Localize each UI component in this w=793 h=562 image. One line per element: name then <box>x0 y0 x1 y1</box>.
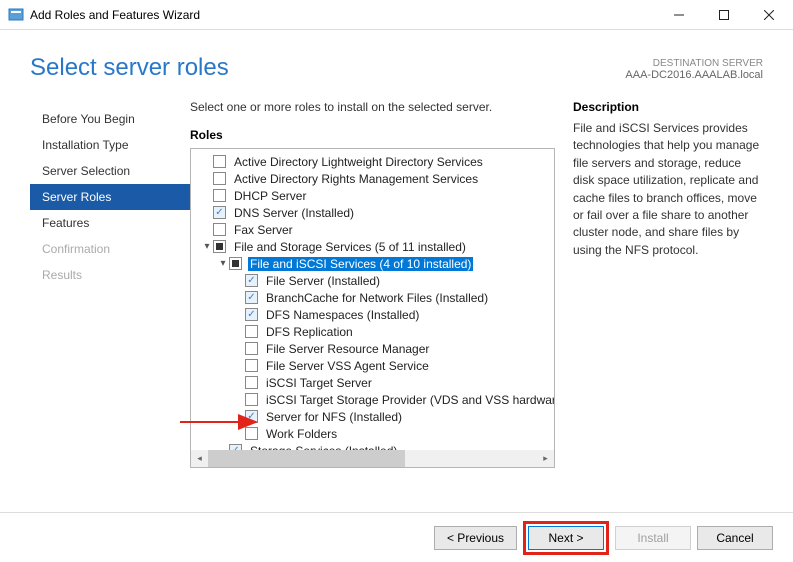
close-button[interactable] <box>746 1 791 29</box>
role-label[interactable]: DHCP Server <box>232 189 308 203</box>
role-checkbox[interactable] <box>229 257 242 270</box>
tree-row[interactable]: ▾ File and iSCSI Services (4 of 10 instal… <box>191 255 554 272</box>
destination-server: AAA-DC2016.AAALAB.local <box>625 69 763 81</box>
maximize-button[interactable] <box>701 1 746 29</box>
role-label[interactable]: DFS Namespaces (Installed) <box>264 308 421 322</box>
role-checkbox[interactable] <box>245 393 258 406</box>
tree-row[interactable]: iSCSI Target Storage Provider (VDS and V… <box>191 391 554 408</box>
role-label[interactable]: Server for NFS (Installed) <box>264 410 404 424</box>
tree-row[interactable]: Work Folders <box>191 425 554 442</box>
role-checkbox[interactable] <box>213 223 226 236</box>
role-label[interactable]: File and Storage Services (5 of 11 insta… <box>232 240 468 254</box>
roles-tree: Active Directory Lightweight Directory S… <box>190 148 555 468</box>
install-button[interactable]: Install <box>615 526 691 550</box>
role-checkbox[interactable] <box>245 410 258 423</box>
tree-row[interactable]: BranchCache for Network Files (Installed… <box>191 289 554 306</box>
tree-row[interactable]: DNS Server (Installed) <box>191 204 554 221</box>
role-checkbox[interactable] <box>245 291 258 304</box>
role-checkbox[interactable] <box>213 206 226 219</box>
description-label: Description <box>573 100 763 114</box>
nav-item-installation-type[interactable]: Installation Type <box>30 132 190 158</box>
tree-row[interactable]: Fax Server <box>191 221 554 238</box>
nav-item-before-you-begin[interactable]: Before You Begin <box>30 106 190 132</box>
role-label[interactable]: Fax Server <box>232 223 295 237</box>
page-title: Select server roles <box>30 54 625 82</box>
destination-label: DESTINATION SERVER <box>625 58 763 69</box>
nav-item-server-selection[interactable]: Server Selection <box>30 158 190 184</box>
role-label[interactable]: File Server (Installed) <box>264 274 382 288</box>
role-checkbox[interactable] <box>245 325 258 338</box>
scrollbar-thumb[interactable] <box>208 450 405 467</box>
nav-item-results: Results <box>30 262 190 288</box>
role-checkbox[interactable] <box>245 274 258 287</box>
tree-row[interactable]: Active Directory Lightweight Directory S… <box>191 153 554 170</box>
role-label[interactable]: DNS Server (Installed) <box>232 206 356 220</box>
wizard-footer: < Previous Next > Install Cancel <box>0 512 793 562</box>
roles-label: Roles <box>190 128 555 142</box>
titlebar: Add Roles and Features Wizard <box>0 0 793 30</box>
role-checkbox[interactable] <box>245 359 258 372</box>
destination-info: DESTINATION SERVER AAA-DC2016.AAALAB.loc… <box>625 58 763 82</box>
tree-row[interactable]: ▾ File and Storage Services (5 of 11 inst… <box>191 238 554 255</box>
next-button-highlight: Next > <box>523 521 609 555</box>
tree-row[interactable]: DFS Namespaces (Installed) <box>191 306 554 323</box>
role-label[interactable]: Active Directory Lightweight Directory S… <box>232 155 485 169</box>
role-label[interactable]: DFS Replication <box>264 325 355 339</box>
role-checkbox[interactable] <box>245 376 258 389</box>
wizard-header: Select server roles DESTINATION SERVER A… <box>0 30 793 100</box>
instruction-text: Select one or more roles to install on t… <box>190 100 555 114</box>
expand-collapse-icon[interactable]: ▾ <box>217 258 229 269</box>
role-label[interactable]: iSCSI Target Storage Provider (VDS and V… <box>264 393 554 407</box>
role-checkbox[interactable] <box>213 172 226 185</box>
expand-collapse-icon[interactable]: ▾ <box>201 241 213 252</box>
role-label[interactable]: Work Folders <box>264 427 339 441</box>
tree-row[interactable]: iSCSI Target Server <box>191 374 554 391</box>
role-label[interactable]: Active Directory Rights Management Servi… <box>232 172 480 186</box>
horizontal-scrollbar[interactable]: ◂ ▸ <box>191 450 554 467</box>
minimize-button[interactable] <box>656 1 701 29</box>
tree-row[interactable]: Server for NFS (Installed) <box>191 408 554 425</box>
tree-row[interactable]: File Server (Installed) <box>191 272 554 289</box>
role-label[interactable]: File Server Resource Manager <box>264 342 431 356</box>
next-button[interactable]: Next > <box>528 526 604 550</box>
role-checkbox[interactable] <box>245 427 258 440</box>
description-text: File and iSCSI Services provides technol… <box>573 120 763 259</box>
role-label[interactable]: File Server VSS Agent Service <box>264 359 431 373</box>
role-checkbox[interactable] <box>245 308 258 321</box>
role-checkbox[interactable] <box>213 155 226 168</box>
previous-button[interactable]: < Previous <box>434 526 517 550</box>
window-title: Add Roles and Features Wizard <box>30 8 656 22</box>
wizard-nav: Before You BeginInstallation TypeServer … <box>30 100 190 510</box>
scroll-left-button[interactable]: ◂ <box>191 450 208 467</box>
role-checkbox[interactable] <box>245 342 258 355</box>
tree-row[interactable]: Storage Services (Installed) <box>191 442 554 450</box>
cancel-button[interactable]: Cancel <box>697 526 773 550</box>
nav-item-server-roles[interactable]: Server Roles <box>30 184 190 210</box>
tree-row[interactable]: File Server Resource Manager <box>191 340 554 357</box>
tree-row[interactable]: DFS Replication <box>191 323 554 340</box>
tree-row[interactable]: Active Directory Rights Management Servi… <box>191 170 554 187</box>
nav-item-features[interactable]: Features <box>30 210 190 236</box>
tree-row[interactable]: File Server VSS Agent Service <box>191 357 554 374</box>
role-label[interactable]: BranchCache for Network Files (Installed… <box>264 291 490 305</box>
wizard-icon <box>8 7 24 23</box>
role-label[interactable]: iSCSI Target Server <box>264 376 374 390</box>
role-label[interactable]: File and iSCSI Services (4 of 10 install… <box>248 257 473 271</box>
role-checkbox[interactable] <box>213 240 226 253</box>
nav-item-confirmation: Confirmation <box>30 236 190 262</box>
role-checkbox[interactable] <box>213 189 226 202</box>
scroll-right-button[interactable]: ▸ <box>537 450 554 467</box>
tree-row[interactable]: DHCP Server <box>191 187 554 204</box>
